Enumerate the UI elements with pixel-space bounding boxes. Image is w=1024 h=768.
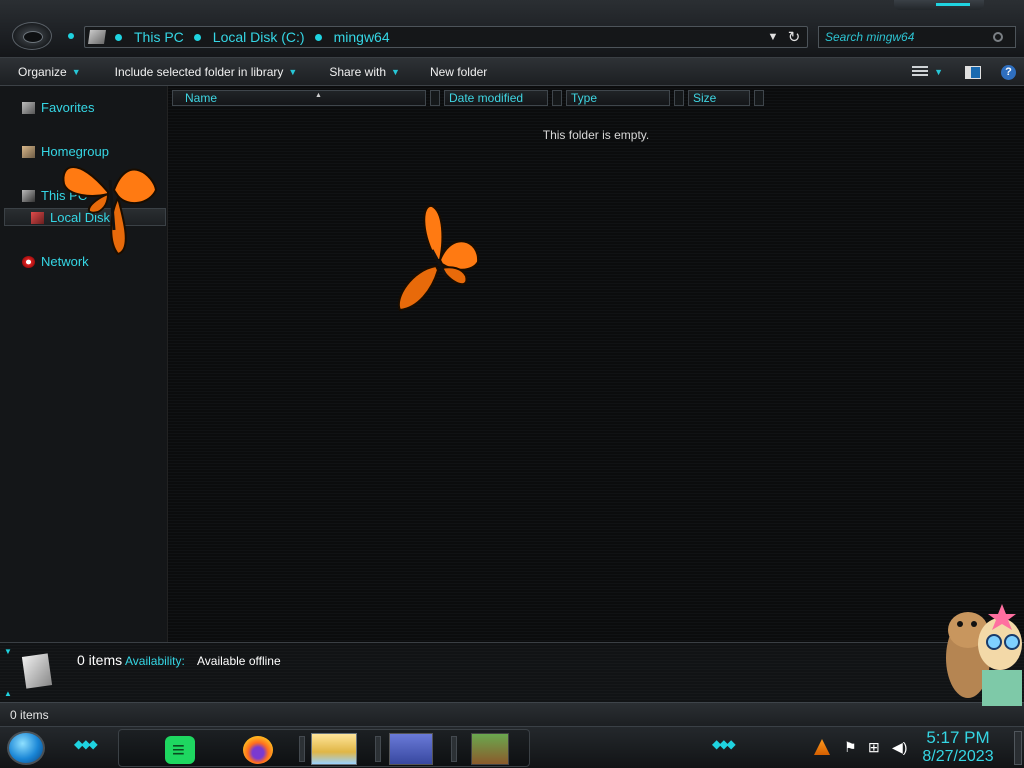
network-icon [22, 255, 35, 268]
chevron-down-icon: ▼ [288, 66, 298, 77]
column-header-label: Type [571, 91, 598, 105]
column-filter-button[interactable] [754, 90, 764, 106]
favorites-icon [22, 101, 35, 114]
file-list-pane[interactable]: Name ▲ Date modified Type Size This fold… [168, 86, 1024, 642]
homegroup-icon [22, 145, 35, 158]
window-controls-decoration[interactable] [894, 0, 984, 10]
column-header-size[interactable]: Size [688, 90, 750, 106]
volume-icon[interactable]: ◀) [892, 739, 908, 755]
column-headers: Name ▲ Date modified Type Size [172, 90, 1024, 108]
column-header-date-modified[interactable]: Date modified [444, 90, 548, 106]
share-with-button[interactable]: Share with ▼ [329, 65, 400, 79]
drive-icon [31, 211, 44, 224]
show-desktop-button[interactable] [1014, 731, 1022, 765]
column-filter-button[interactable] [552, 90, 562, 106]
refresh-icon[interactable]: ↻ [781, 28, 807, 46]
help-icon[interactable]: ? [1001, 64, 1016, 80]
sidebar-item-label: Favorites [41, 100, 95, 115]
butterfly-icon [397, 205, 480, 312]
sidebar-item-favorites[interactable]: Favorites [22, 100, 94, 115]
recent-locations-dot[interactable] [68, 33, 74, 39]
change-view-icon[interactable] [912, 66, 929, 78]
clock-date[interactable]: 8/27/2023 [920, 748, 996, 766]
start-button[interactable] [7, 731, 45, 765]
command-toolbar: Organize ▼ Include selected folder in li… [0, 58, 1024, 86]
availability-label: Availability: [125, 654, 185, 668]
vlc-icon[interactable] [814, 739, 830, 755]
collapse-down-icon[interactable]: ▲ [4, 689, 12, 698]
new-folder-button[interactable]: New folder [430, 65, 487, 79]
folder-thumbnail [21, 653, 53, 689]
breadcrumb-mingw64[interactable]: mingw64 [334, 29, 390, 45]
share-with-label: Share with [329, 64, 387, 79]
column-filter-button[interactable] [430, 90, 440, 106]
search-icon[interactable] [993, 32, 1003, 42]
title-bar: This PC Local Disk (C:) mingw64 ▼ ↻ [0, 0, 1024, 58]
hamster-mascot-icon [946, 604, 1022, 706]
computer-icon [22, 189, 35, 202]
folder-location-icon [88, 30, 106, 44]
taskbar-dock [118, 729, 530, 767]
details-pane: ▼ ▲ 0 items Availability: Available offl… [0, 642, 1024, 702]
dock-separator [299, 736, 305, 762]
preview-pane-icon[interactable] [965, 65, 981, 79]
spotify-icon[interactable] [165, 736, 195, 764]
expand-up-icon[interactable]: ▼ [4, 647, 12, 656]
column-header-type[interactable]: Type [566, 90, 670, 106]
empty-folder-message: This folder is empty. [542, 128, 650, 142]
address-bar[interactable]: This PC Local Disk (C:) mingw64 ▼ ↻ [84, 26, 808, 48]
breadcrumb-separator-icon[interactable] [115, 33, 122, 41]
butterfly-icon [62, 166, 158, 256]
breadcrumb-this-pc[interactable]: This PC [134, 29, 184, 45]
back-forward-orb[interactable] [12, 22, 52, 50]
network-status-icon[interactable]: ⊞ [868, 739, 884, 755]
column-header-label: Name [185, 91, 218, 105]
window-icon[interactable] [389, 733, 433, 765]
breadcrumb-separator-icon[interactable] [193, 33, 201, 41]
file-explorer-icon[interactable] [311, 733, 357, 765]
breadcrumb-local-disk[interactable]: Local Disk (C:) [213, 29, 305, 45]
availability-value: Available offline [197, 654, 281, 668]
chevron-down-icon[interactable]: ▼ [934, 67, 943, 77]
column-header-name[interactable]: Name ▲ [172, 90, 426, 106]
chevron-down-icon[interactable]: ▼ [765, 31, 781, 43]
status-bar: 0 items [0, 702, 1024, 726]
chevrons-decoration-icon: ◆◆◆ [712, 737, 736, 751]
chevron-down-icon: ▼ [71, 66, 81, 77]
new-folder-label: New folder [429, 64, 488, 79]
item-count: 0 items [77, 652, 123, 668]
chevron-down-icon: ▼ [391, 66, 400, 77]
sort-arrow-icon: ▲ [315, 92, 322, 99]
organize-label: Organize [18, 64, 67, 79]
clock-time[interactable]: 5:17 PM [920, 728, 996, 748]
taskbar: ◆◆◆ ◆◆◆ ⚑ ⊞ ◀) 5:17 PM 8/27/2023 [0, 726, 1024, 768]
dock-separator [451, 736, 457, 762]
status-item-count: 0 items [10, 708, 49, 722]
dock-separator [375, 736, 381, 762]
action-center-flag-icon[interactable]: ⚑ [844, 739, 860, 755]
system-tray: ⚑ ⊞ ◀) 5:17 PM 8/27/2023 [780, 727, 1024, 768]
breadcrumb-separator-icon[interactable] [314, 33, 322, 41]
chevrons-decoration-icon: ◆◆◆ [74, 737, 98, 751]
toolbar-right-group: ▼ ? [912, 58, 1024, 86]
firefox-icon[interactable] [243, 736, 273, 764]
search-input[interactable] [819, 30, 989, 44]
box-icon[interactable] [471, 733, 509, 765]
include-in-library-label: Include selected folder in library [114, 64, 284, 79]
include-in-library-button[interactable]: Include selected folder in library ▼ [115, 65, 298, 79]
organize-button[interactable]: Organize ▼ [18, 65, 81, 79]
column-filter-button[interactable] [674, 90, 684, 106]
search-box[interactable] [818, 26, 1016, 48]
column-header-label: Size [693, 91, 717, 105]
column-header-label: Date modified [449, 91, 524, 105]
